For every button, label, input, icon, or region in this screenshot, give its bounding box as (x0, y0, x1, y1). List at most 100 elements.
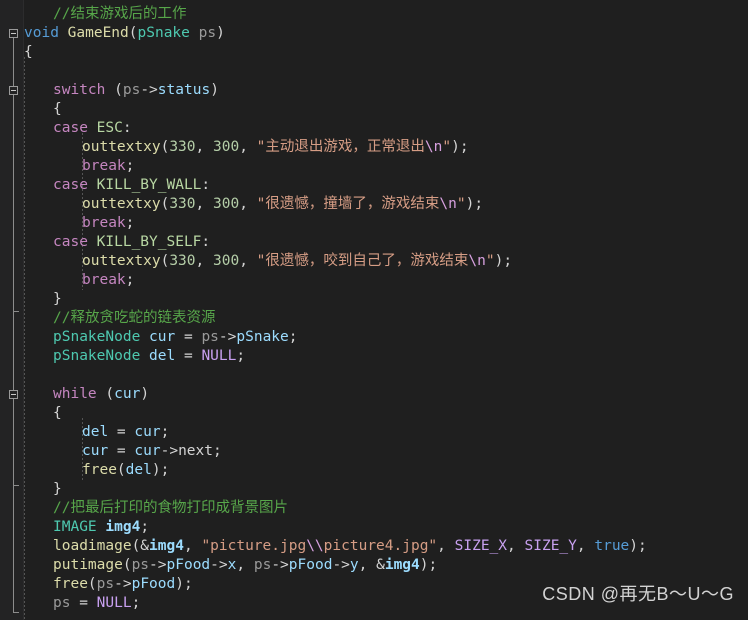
line-while[interactable]: while (cur) (53, 385, 149, 404)
token-var: pFood (288, 557, 333, 573)
token-pun: , (236, 557, 254, 573)
line-func-open-brace[interactable]: { (24, 43, 33, 62)
token-pun: -> (210, 557, 228, 573)
token-str: "很遗憾，撞墙了，游戏结束 (256, 196, 440, 212)
line-decl-img4[interactable]: IMAGE img4; (53, 518, 149, 537)
line-assign-ps-null[interactable]: ps = NULL; (53, 594, 140, 613)
token-ctl: break (82, 272, 126, 288)
token-pun: : (201, 177, 211, 193)
token-var: del (82, 424, 109, 440)
token-pun (88, 234, 97, 250)
line-func-signature[interactable]: void GameEnd(pSnake ps) (24, 24, 225, 43)
token-pun: ( (128, 25, 138, 41)
fold-box-switch[interactable] (9, 86, 18, 95)
line-comment-gameend[interactable]: //结束游戏后的工作 (53, 5, 186, 24)
token-ctl: switch (53, 82, 106, 98)
line-outtextxy-wall[interactable]: outtextxy(330, 300, "很遗憾，撞墙了，游戏结束\n"); (82, 195, 483, 214)
line-case-kill-by-wall[interactable]: case KILL_BY_WALL: (53, 176, 210, 195)
token-par: ps (253, 557, 272, 573)
line-assign-del-cur[interactable]: del = cur; (82, 423, 169, 442)
token-str: " (485, 253, 495, 269)
line-decl-del[interactable]: pSnakeNode del = NULL; (53, 347, 245, 366)
token-pun: (& (131, 538, 150, 554)
token-typ: pSnake (137, 25, 190, 41)
line-switch-open-brace[interactable]: { (53, 100, 62, 119)
token-pun (140, 348, 149, 364)
line-comment-background-image[interactable]: //把最后打印的食物打印成背景图片 (53, 499, 288, 518)
line-free-pfood[interactable]: free(ps->pFood); (53, 575, 193, 594)
token-pun: ; (125, 215, 135, 231)
token-pun (190, 25, 199, 41)
token-pun: ; (125, 158, 135, 174)
token-str: " (456, 196, 466, 212)
line-case-kill-by-self[interactable]: case KILL_BY_SELF: (53, 233, 210, 252)
token-brc: { (53, 101, 62, 117)
token-pun: = (175, 348, 202, 364)
line-break-esc[interactable]: break; (82, 157, 134, 176)
line-assign-cur-next[interactable]: cur = cur->next; (82, 442, 222, 461)
token-var: pSnake (236, 329, 289, 345)
line-while-close-brace[interactable]: } (53, 480, 62, 499)
line-putimage[interactable]: putimage(ps->pFood->x, ps->pFood->y, &im… (53, 556, 437, 575)
line-loadimage[interactable]: loadimage(&img4, "picture.jpg\\picture4.… (53, 537, 647, 556)
token-pun: ; (213, 443, 222, 459)
token-pun: ( (105, 82, 123, 98)
fold-box-function-gameend[interactable] (9, 29, 18, 38)
token-pun: = (108, 424, 135, 440)
token-pun: ( (122, 557, 132, 573)
token-var: y (349, 557, 359, 573)
token-pun: , (437, 538, 455, 554)
token-brc: { (24, 44, 33, 60)
line-outtextxy-esc[interactable]: outtextxy(330, 300, "主动退出游戏，正常退出\n"); (82, 138, 469, 157)
line-break-self[interactable]: break; (82, 271, 134, 290)
token-str: "picture.jpg (201, 538, 307, 554)
token-pun: ( (116, 462, 126, 478)
token-pun: -> (140, 82, 158, 98)
token-var: status (157, 82, 211, 98)
token-pun: -> (149, 557, 167, 573)
token-pun (140, 329, 149, 345)
token-fn: putimage (53, 557, 123, 573)
token-kw: void (24, 25, 59, 41)
token-pun: ); (629, 538, 647, 554)
line-switch[interactable]: switch (ps->status) (53, 81, 219, 100)
token-str: " (442, 139, 452, 155)
token-pun: = (108, 443, 135, 459)
token-pun: -> (218, 329, 237, 345)
line-comment-free-list[interactable]: //释放贪吃蛇的链表资源 (53, 309, 215, 328)
token-mac: NULL (201, 348, 237, 364)
token-num: 330 (169, 253, 196, 269)
token-pun: , (183, 538, 202, 554)
line-break-wall[interactable]: break; (82, 214, 134, 233)
token-str: picture4.jpg" (323, 538, 438, 554)
token-ctl: while (53, 386, 97, 402)
line-case-esc[interactable]: case ESC: (53, 119, 132, 138)
code-text-area[interactable]: //结束游戏后的工作 void GameEnd(pSnake ps){switch… (24, 0, 748, 620)
line-free-del[interactable]: free(del); (82, 461, 169, 480)
line-while-open-brace[interactable]: { (53, 404, 62, 423)
token-fn: outtextxy (82, 253, 161, 269)
token-ctl: case (53, 234, 88, 250)
token-pun: ); (494, 253, 513, 269)
line-switch-close-brace[interactable]: } (53, 290, 62, 309)
line-decl-cur[interactable]: pSnakeNode cur = ps->pSnake; (53, 328, 298, 347)
token-pun: , (239, 253, 257, 269)
token-esc: \\ (306, 538, 324, 554)
token-var: cur (134, 443, 161, 459)
token-varb: img4 (149, 538, 184, 554)
token-pun: ; (236, 348, 246, 364)
token-esc: \n (468, 253, 486, 269)
token-var: cur (149, 329, 176, 345)
token-enm: KILL_BY_SELF (96, 234, 202, 250)
token-pun: , (239, 139, 257, 155)
code-editor-pane[interactable]: //结束游戏后的工作 void GameEnd(pSnake ps){switch… (0, 0, 748, 620)
token-pun: = (70, 595, 97, 611)
token-enm: ESC (96, 120, 123, 136)
line-outtextxy-self[interactable]: outtextxy(330, 300, "很遗憾，咬到自己了，游戏结束\n"); (82, 252, 512, 271)
token-pun: ); (419, 557, 438, 573)
token-pun: ( (87, 576, 97, 592)
token-pun: -> (114, 576, 132, 592)
token-ctl: break (82, 158, 126, 174)
token-pun: , (239, 196, 257, 212)
fold-box-while[interactable] (9, 390, 18, 399)
